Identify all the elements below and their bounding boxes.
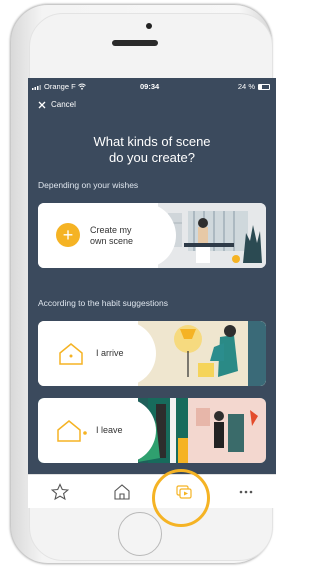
title-line-1: What kinds of scene	[93, 134, 211, 149]
house-leave-icon	[57, 420, 87, 442]
card-i-arrive[interactable]: I arrive	[38, 321, 266, 386]
card-label-panel	[38, 398, 156, 463]
status-carrier: Orange F	[32, 82, 86, 91]
cancel-button[interactable]: Cancel	[38, 100, 76, 109]
plus-icon: +	[56, 223, 80, 247]
front-camera	[146, 23, 152, 29]
star-icon	[50, 483, 70, 501]
status-battery: 24 %	[238, 82, 270, 91]
card-create-own-scene[interactable]: + Create my own scene	[38, 203, 266, 268]
card-leave-label: I leave	[96, 425, 123, 435]
tab-favorites[interactable]	[50, 483, 70, 501]
section-label-wishes: Depending on your wishes	[38, 180, 139, 190]
signal-icon	[32, 84, 41, 90]
earpiece-speaker	[112, 40, 158, 46]
highlight-ring	[152, 469, 210, 527]
tab-more[interactable]	[236, 483, 256, 501]
home-icon	[114, 484, 130, 500]
home-button[interactable]	[118, 512, 162, 556]
card-create-line-2: own scene	[90, 236, 134, 246]
more-icon	[239, 490, 253, 494]
card-create-line-1: Create my	[90, 225, 132, 235]
title-line-2: do you create?	[108, 150, 195, 165]
wifi-icon	[77, 83, 86, 90]
status-time: 09:34	[140, 82, 160, 91]
card-i-leave[interactable]: I leave	[38, 398, 266, 463]
house-arrive-icon	[59, 343, 83, 365]
page-title: What kinds of scene do you create?	[28, 134, 276, 166]
status-bar: Orange F 09:34 24 %	[28, 78, 276, 94]
cancel-label: Cancel	[51, 100, 76, 109]
card-arrive-label: I arrive	[96, 348, 124, 358]
battery-percent: 24 %	[237, 82, 255, 91]
close-icon	[38, 101, 46, 108]
tab-home[interactable]	[112, 483, 132, 501]
battery-icon	[258, 83, 270, 90]
carrier-label: Orange F	[44, 82, 76, 91]
section-label-habits: According to the habit suggestions	[38, 298, 168, 308]
app-screen: Orange F 09:34 24 % Cancel What kinds of…	[28, 78, 276, 508]
card-create-label: Create my own scene	[90, 225, 133, 247]
